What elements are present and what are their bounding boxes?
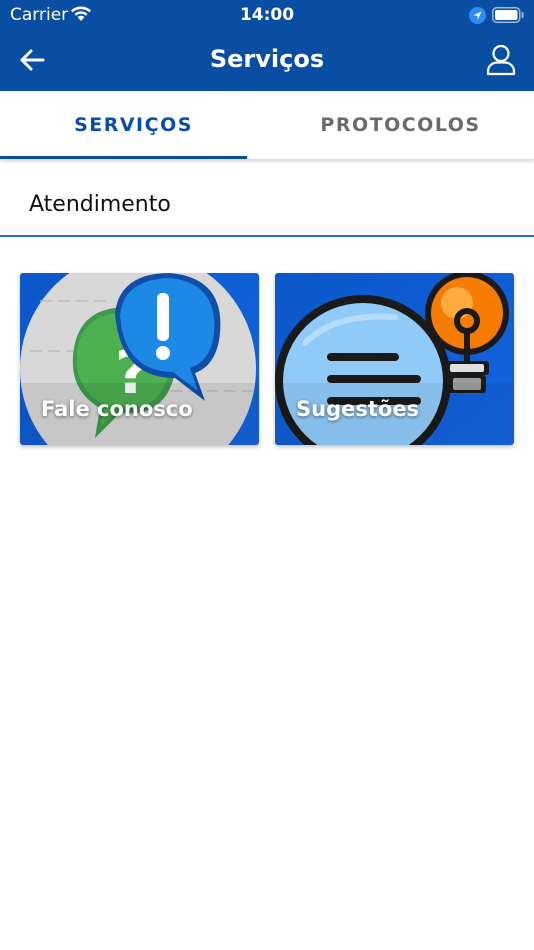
location-arrow-icon [469,7,486,24]
page-title: Serviços [209,45,325,73]
status-bar: Carrier 14:00 [0,0,534,30]
section-title: Atendimento [29,192,171,217]
header: Carrier 14:00 Serviços [0,0,534,91]
section-divider [0,235,534,237]
status-time: 14:00 [239,5,295,25]
tab-bar: SERVIÇOS PROTOCOLOS [0,91,534,159]
service-card-sugestoes[interactable]: Sugestões [275,273,514,445]
active-tab-indicator [0,156,247,159]
service-card-label: Sugestões [296,397,420,421]
tab-servicos[interactable]: SERVIÇOS [0,91,267,159]
tab-protocolos[interactable]: PROTOCOLOS [267,91,534,159]
battery-icon [492,7,524,23]
profile-button[interactable] [483,42,519,78]
app-bar: Serviços [0,30,534,91]
user-icon [486,44,516,76]
service-card-label: Fale conosco [41,397,193,421]
service-card-fale-conosco[interactable]: ? Fale conosco [20,273,259,445]
